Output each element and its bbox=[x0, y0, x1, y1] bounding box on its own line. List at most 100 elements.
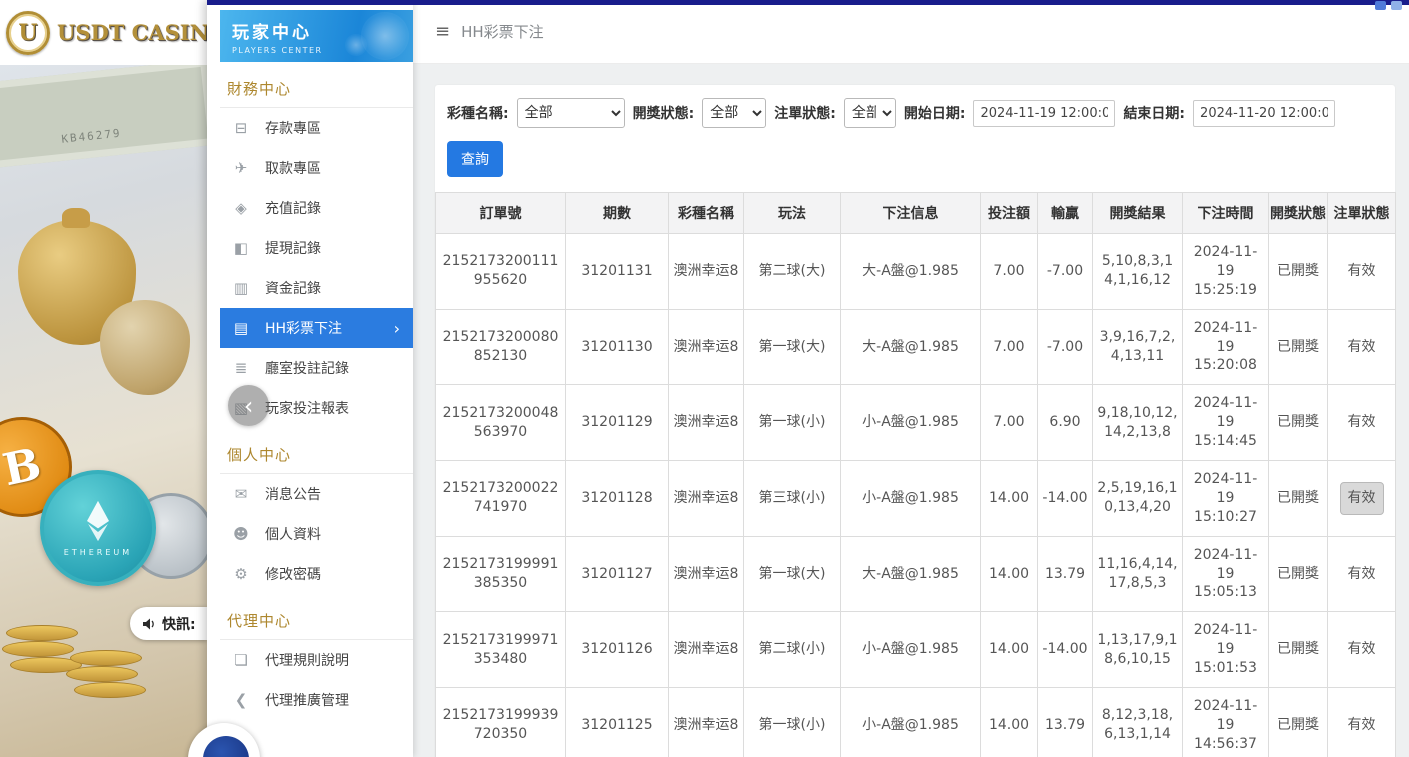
banknote-serial: KB46279 bbox=[61, 127, 122, 146]
cell-draw-result: 1,13,17,9,18,6,10,15 bbox=[1093, 612, 1183, 688]
cell-lottery-name: 澳洲幸运8 bbox=[669, 536, 744, 612]
search-button[interactable]: 查詢 bbox=[447, 141, 503, 177]
cell-play-type: 第一球(小) bbox=[744, 385, 841, 461]
cell-win-loss: -7.00 bbox=[1038, 234, 1093, 310]
cell-issue: 31201128 bbox=[566, 461, 669, 537]
ethereum-diamond-icon bbox=[83, 499, 113, 543]
hamburger-menu-icon[interactable]: ≡ bbox=[435, 21, 450, 42]
draw-status-select[interactable]: 全部 bbox=[702, 98, 766, 128]
sidebar-item-recharge-record[interactable]: ◈充值記錄 bbox=[220, 188, 413, 228]
bets-panel: 彩種名稱: 全部 開獎狀態: 全部 注單狀態: 全部 開始日期: 結束日期: 查… bbox=[435, 85, 1395, 757]
cell-order-status: 有效 bbox=[1328, 234, 1396, 310]
players-center-subtitle: PLAYERS CENTER bbox=[232, 46, 413, 55]
sidebar-collapse-button[interactable]: ‹ bbox=[228, 385, 269, 426]
chevron-left-icon: ‹ bbox=[244, 392, 254, 420]
column-header: 開獎狀態 bbox=[1269, 193, 1328, 234]
room-bet-record-icon: ≣ bbox=[231, 359, 251, 377]
titlebar-icon[interactable] bbox=[1391, 1, 1402, 10]
cell-draw-result: 8,12,3,18,6,13,1,14 bbox=[1093, 688, 1183, 757]
sidebar-item-label: 玩家投注報表 bbox=[265, 398, 349, 418]
cell-lottery-name: 澳洲幸运8 bbox=[669, 612, 744, 688]
profile-icon: ☻ bbox=[231, 525, 251, 543]
sidebar-item-withdraw-record[interactable]: ◧提現記錄 bbox=[220, 228, 413, 268]
cell-order-status: 有效 bbox=[1328, 385, 1396, 461]
cell-win-loss: 6.90 bbox=[1038, 385, 1093, 461]
gold-coin-image bbox=[74, 682, 146, 698]
cell-order-no: 2152173200022741970 bbox=[436, 461, 566, 537]
sidebar-item-label: 充值記錄 bbox=[265, 198, 321, 218]
table-row: 215217320011195562031201131澳洲幸运8第二球(大)大-… bbox=[436, 234, 1396, 310]
cell-order-no: 2152173199991385350 bbox=[436, 536, 566, 612]
cell-lottery-name: 澳洲幸运8 bbox=[669, 385, 744, 461]
sidebar-item-withdraw[interactable]: ✈取款專區 bbox=[220, 148, 413, 188]
column-header: 彩種名稱 bbox=[669, 193, 744, 234]
table-row: 215217319999138535031201127澳洲幸运8第一球(大)大-… bbox=[436, 536, 1396, 612]
cell-bet-amount: 7.00 bbox=[981, 385, 1038, 461]
cell-issue: 31201129 bbox=[566, 385, 669, 461]
lottery-name-select[interactable]: 全部 bbox=[517, 98, 625, 128]
sidebar-item-label: 存款專區 bbox=[265, 118, 321, 138]
sidebar-item-agent-rules[interactable]: ❏代理規則說明 bbox=[220, 640, 413, 680]
bets-table-body: 215217320011195562031201131澳洲幸运8第二球(大)大-… bbox=[436, 234, 1396, 757]
speaker-icon bbox=[141, 616, 157, 632]
cell-order-no: 2152173200048563970 bbox=[436, 385, 566, 461]
sidebar-item-label: HH彩票下注 bbox=[265, 318, 342, 338]
cell-draw-status: 已開獎 bbox=[1269, 461, 1328, 537]
cell-play-type: 第三球(小) bbox=[744, 461, 841, 537]
sidebar-item-deposit[interactable]: ⊟存款專區 bbox=[220, 108, 413, 148]
table-row: 215217320002274197031201128澳洲幸运8第三球(小)小-… bbox=[436, 461, 1396, 537]
titlebar-icon[interactable] bbox=[1375, 1, 1386, 10]
cell-bet-amount: 14.00 bbox=[981, 612, 1038, 688]
ethereum-coin-image: ETHEREUM bbox=[40, 470, 156, 586]
cell-draw-result: 2,5,19,16,10,13,4,20 bbox=[1093, 461, 1183, 537]
gold-coin-image bbox=[70, 650, 142, 666]
sidebar-item-agent-promo[interactable]: ❮ 代理推廣管理 bbox=[220, 680, 413, 720]
cell-order-status: 有效 bbox=[1328, 461, 1396, 537]
cell-bet-info: 大-A盤@1.985 bbox=[841, 536, 981, 612]
sidebar-item-password[interactable]: ⚙修改密碼 bbox=[220, 554, 413, 594]
table-row: 215217320004856397031201129澳洲幸运8第一球(小)小-… bbox=[436, 385, 1396, 461]
brand-bar: U USDT CASINO bbox=[0, 0, 207, 65]
cell-win-loss: -14.00 bbox=[1038, 461, 1093, 537]
gold-coin-image bbox=[6, 625, 78, 641]
start-date-input[interactable] bbox=[973, 100, 1115, 127]
sidebar-item-label: 消息公告 bbox=[265, 484, 321, 504]
bitcoin-symbol: B bbox=[0, 438, 45, 496]
withdraw-record-icon: ◧ bbox=[231, 239, 251, 257]
sidebar-item-profile[interactable]: ☻個人資料 bbox=[220, 514, 413, 554]
cell-lottery-name: 澳洲幸运8 bbox=[669, 688, 744, 757]
section-header: 財務中心 bbox=[220, 62, 413, 108]
cell-play-type: 第一球(大) bbox=[744, 536, 841, 612]
cell-win-loss: 13.79 bbox=[1038, 688, 1093, 757]
cell-win-loss: 13.79 bbox=[1038, 536, 1093, 612]
sidebar-item-funds-record[interactable]: ▥資金記錄 bbox=[220, 268, 413, 308]
cell-issue: 31201130 bbox=[566, 309, 669, 385]
cell-order-no: 2152173200080852130 bbox=[436, 309, 566, 385]
agent-rules-icon: ❏ bbox=[231, 651, 251, 669]
banknote-image: KB46279 bbox=[0, 65, 207, 169]
order-status-select[interactable]: 全部 bbox=[844, 98, 896, 128]
sidebar-item-room-bet-record[interactable]: ≣廳室投註記錄 bbox=[220, 348, 413, 388]
page-title: HH彩票下注 bbox=[461, 21, 544, 42]
cell-bet-info: 小-A盤@1.985 bbox=[841, 612, 981, 688]
titlebar-icons bbox=[1375, 1, 1402, 10]
cell-bet-amount: 14.00 bbox=[981, 536, 1038, 612]
cell-draw-status: 已開獎 bbox=[1269, 536, 1328, 612]
status-highlight[interactable]: 有效 bbox=[1340, 482, 1384, 515]
cell-play-type: 第一球(小) bbox=[744, 688, 841, 757]
cell-lottery-name: 澳洲幸运8 bbox=[669, 461, 744, 537]
cell-issue: 31201126 bbox=[566, 612, 669, 688]
sidebar-item-lottery-bet[interactable]: ▤HH彩票下注› bbox=[220, 308, 413, 348]
sidebar-item-label: 代理推廣管理 bbox=[265, 690, 349, 710]
withdraw-icon: ✈ bbox=[231, 159, 251, 177]
cell-bet-info: 小-A盤@1.985 bbox=[841, 385, 981, 461]
cell-win-loss: -14.00 bbox=[1038, 612, 1093, 688]
cell-play-type: 第二球(大) bbox=[744, 234, 841, 310]
sidebar-item-announcement[interactable]: ✉消息公告 bbox=[220, 474, 413, 514]
cell-bet-amount: 7.00 bbox=[981, 309, 1038, 385]
brand-name: USDT CASINO bbox=[57, 20, 207, 45]
top-strip bbox=[207, 0, 1409, 5]
end-date-input[interactable] bbox=[1193, 100, 1335, 127]
agent-promo-icon: ❮ bbox=[231, 691, 251, 709]
usdt-logo-icon: U bbox=[6, 11, 50, 55]
